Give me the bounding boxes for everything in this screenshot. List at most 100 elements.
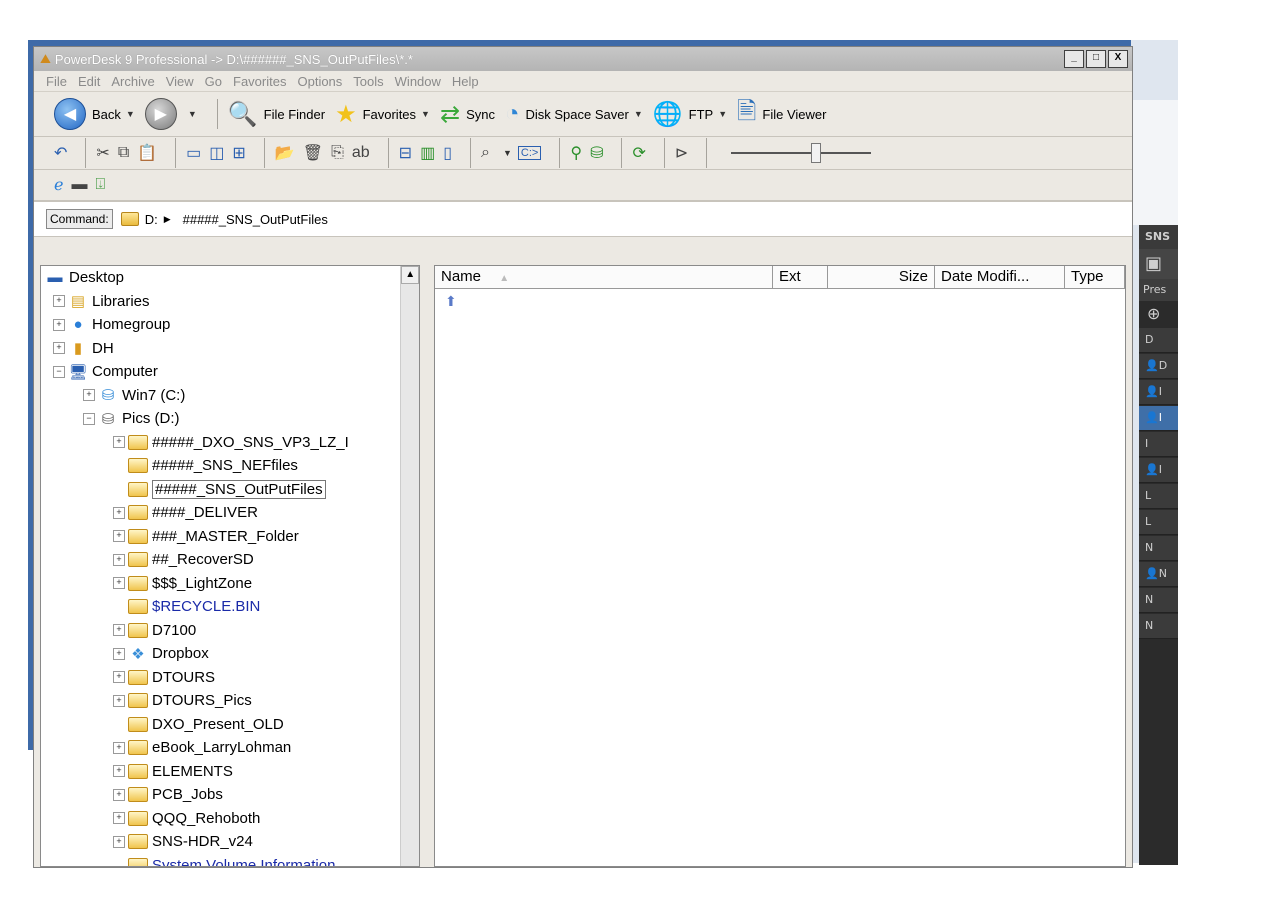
tree-item-dh[interactable]: + ▮ DH <box>41 337 419 361</box>
details-view-icon[interactable]: ▥ <box>420 143 435 163</box>
expand-icon[interactable]: + <box>113 553 125 566</box>
sns-image-icon[interactable]: ▣ <box>1139 249 1178 279</box>
binoculars-icon[interactable]: ⚲ <box>570 143 582 163</box>
sns-preset-row[interactable]: L <box>1139 510 1178 535</box>
dual-pane-icon[interactable]: ◫ <box>209 143 224 163</box>
chevron-down-icon[interactable]: ▼ <box>634 109 643 119</box>
chevron-down-icon[interactable]: ▼ <box>126 109 135 119</box>
drive-icon[interactable]: ⛁ <box>590 143 603 163</box>
tree-item-folder[interactable]: + PCB_Jobs <box>41 783 419 807</box>
expand-icon[interactable]: + <box>113 577 125 590</box>
sns-add-icon[interactable]: ⊕ <box>1139 301 1178 327</box>
expand-icon[interactable]: + <box>113 694 125 707</box>
tree-item-folder[interactable]: + DTOURS_Pics <box>41 689 419 713</box>
chevron-down-icon[interactable]: ▼ <box>421 109 430 119</box>
tree-item-folder[interactable]: System Volume Information <box>41 854 419 866</box>
tree-item-desktop[interactable]: ▬ Desktop <box>41 266 419 290</box>
expand-icon[interactable]: + <box>113 436 125 449</box>
ftp-button[interactable]: 🌐 FTP ▼ <box>653 100 727 129</box>
sns-preset-row[interactable]: N <box>1139 588 1178 613</box>
menu-edit[interactable]: Edit <box>78 74 100 89</box>
copy-to-icon[interactable]: ⎘ <box>331 144 344 162</box>
menu-archive[interactable]: Archive <box>111 74 154 89</box>
page-icon[interactable]: ▯ <box>443 143 452 163</box>
sns-preset-row[interactable]: 👤I <box>1139 458 1178 483</box>
internet-explorer-icon[interactable]: ℯ <box>54 175 63 195</box>
menu-window[interactable]: Window <box>395 74 441 89</box>
undo-icon[interactable]: ↶ <box>54 143 67 163</box>
tree-item-computer[interactable]: − 🖥 Computer <box>41 360 419 384</box>
console-icon[interactable]: ▬ <box>71 176 87 194</box>
single-pane-icon[interactable]: ▭ <box>186 143 201 163</box>
tree-scrollbar[interactable]: ▲ <box>400 266 420 866</box>
download-icon[interactable]: ⍗ <box>95 176 105 194</box>
expand-icon[interactable]: + <box>113 506 125 519</box>
sns-preset-row[interactable]: D <box>1139 328 1178 353</box>
tree-item-homegroup[interactable]: + ● Homegroup <box>41 313 419 337</box>
tree-item-win7[interactable]: + ⛁ Win7 (C:) <box>41 384 419 408</box>
zoom-slider[interactable] <box>731 143 872 163</box>
sns-preset-row[interactable]: L <box>1139 484 1178 509</box>
sns-preset-row[interactable]: N <box>1139 536 1178 561</box>
tree-item-folder[interactable]: DXO_Present_OLD <box>41 713 419 737</box>
tree-item-pics[interactable]: − ⛁ Pics (D:) <box>41 407 419 431</box>
chevron-down-icon[interactable]: ▼ <box>718 109 727 119</box>
file-finder-button[interactable]: 🔍 File Finder <box>228 100 325 129</box>
command-label[interactable]: Command: <box>46 209 113 229</box>
tree-item-folder[interactable]: + D7100 <box>41 619 419 643</box>
collapse-icon[interactable]: − <box>83 412 95 425</box>
file-viewer-button[interactable]: 🖹 File Viewer <box>737 94 826 135</box>
scroll-up-icon[interactable]: ▲ <box>401 266 420 284</box>
column-header-date-modified[interactable]: Date Modifi... <box>935 266 1065 288</box>
expand-icon[interactable]: + <box>83 389 95 402</box>
expand-icon[interactable]: + <box>113 765 125 778</box>
favorites-button[interactable]: ★ Favorites ▼ <box>335 100 430 129</box>
expand-icon[interactable]: + <box>113 741 125 754</box>
search-icon[interactable]: ⌕ <box>481 144 490 162</box>
close-button[interactable]: X <box>1108 50 1128 68</box>
column-header-size[interactable]: Size <box>828 266 935 288</box>
copy-icon[interactable]: ⧉ <box>118 144 129 162</box>
tree-item-folder[interactable]: + #####_DXO_SNS_VP3_LZ_I <box>41 431 419 455</box>
tree-item-folder[interactable]: + ###_MASTER_Folder <box>41 525 419 549</box>
paste-icon[interactable]: 📋 <box>137 143 157 163</box>
sync-button[interactable]: ⇄ Sync <box>440 100 495 129</box>
expand-icon[interactable]: + <box>113 812 125 825</box>
column-header-type[interactable]: Type <box>1065 266 1125 288</box>
tree-view-icon[interactable]: ⊟ <box>399 143 412 163</box>
tree-item-folder[interactable]: + ❖ Dropbox <box>41 642 419 666</box>
disk-space-saver-button[interactable]: ◔ Disk Space Saver ▼ <box>505 100 643 128</box>
rename-icon[interactable]: ab <box>352 144 370 162</box>
parent-folder-icon[interactable]: ⬆ <box>435 289 1125 314</box>
tree-item-folder[interactable]: + QQQ_Rehoboth <box>41 807 419 831</box>
tree-item-folder[interactable]: + DTOURS <box>41 666 419 690</box>
tree-item-libraries[interactable]: + ▤ Libraries <box>41 290 419 314</box>
tree-item-folder[interactable]: + ##_RecoverSD <box>41 548 419 572</box>
expand-icon[interactable]: + <box>113 624 125 637</box>
expand-icon[interactable]: + <box>113 788 125 801</box>
breadcrumb-drive[interactable]: D: <box>145 212 158 227</box>
breadcrumb-folder[interactable]: #####_SNS_OutPutFiles <box>183 212 328 227</box>
title-bar[interactable]: ⛰ PowerDesk 9 Professional -> D:\######_… <box>34 47 1132 71</box>
expand-icon[interactable]: + <box>113 647 125 660</box>
tree-item-folder[interactable]: #####_SNS_NEFfiles <box>41 454 419 478</box>
sns-preset-row-selected[interactable]: 👤I <box>1139 406 1178 431</box>
menu-go[interactable]: Go <box>205 74 222 89</box>
sns-preset-row[interactable]: 👤D <box>1139 354 1178 379</box>
cut-icon[interactable]: ✂ <box>96 143 109 163</box>
chevron-down-icon[interactable]: ▼ <box>503 148 512 158</box>
sns-preset-row[interactable]: 👤N <box>1139 562 1178 587</box>
menu-favorites[interactable]: Favorites <box>233 74 286 89</box>
expand-icon[interactable]: + <box>53 295 65 308</box>
expand-icon[interactable]: + <box>113 530 125 543</box>
chevron-down-icon[interactable]: ▼ <box>188 109 197 119</box>
tree-item-folder[interactable]: $RECYCLE.BIN <box>41 595 419 619</box>
breadcrumb-arrow-icon[interactable]: ▶ <box>164 214 171 225</box>
expand-icon[interactable]: + <box>53 342 65 355</box>
tree-item-folder[interactable]: + ELEMENTS <box>41 760 419 784</box>
pane-splitter[interactable] <box>420 265 434 867</box>
slider-thumb[interactable] <box>811 143 822 163</box>
collapse-icon[interactable]: − <box>53 365 65 378</box>
tree-item-folder[interactable]: + ####_DELIVER <box>41 501 419 525</box>
column-header-name[interactable]: Name ▲ <box>435 266 773 288</box>
